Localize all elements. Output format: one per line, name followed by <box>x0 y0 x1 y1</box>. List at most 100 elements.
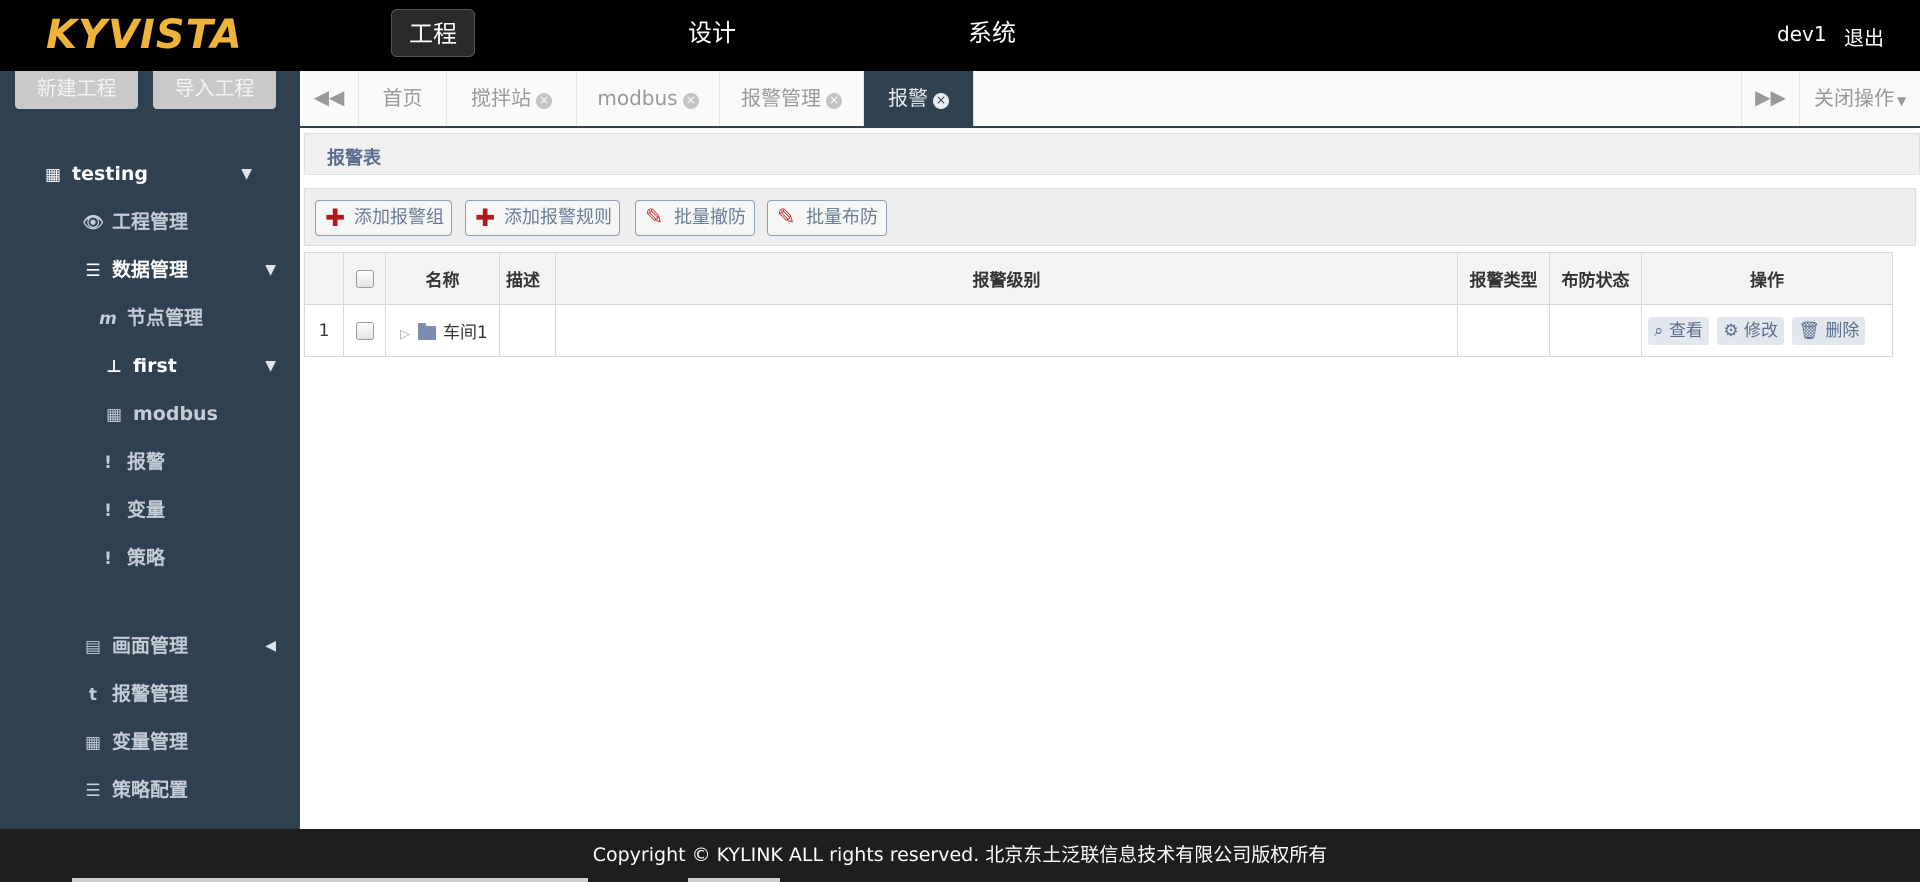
action-label: 修改 <box>1744 320 1778 341</box>
new-project-button[interactable]: 新建工程 <box>15 71 138 109</box>
import-project-button[interactable]: 导入工程 <box>153 71 276 109</box>
table-header-row: 名称 描述 报警级别 报警类型 布防状态 操作 <box>304 252 1893 305</box>
tab-label: modbus <box>597 86 678 110</box>
dropdown-label: 关闭操作 <box>1814 86 1894 110</box>
nav-project[interactable]: 工程 <box>391 9 475 57</box>
sidebar-item-strategy[interactable]: ! 策略 <box>97 543 165 573</box>
batch-disarm-button[interactable]: ✎ 批量撤防 <box>635 200 755 236</box>
nav-design[interactable]: 设计 <box>670 9 754 57</box>
table-row[interactable]: 1 ▷ 车间1 ⌕ 查看 ⚙ 修改 🗑 删除 <box>304 304 1893 357</box>
sidebar-item-label: 节点管理 <box>127 307 204 329</box>
select-all-checkbox[interactable] <box>355 269 374 288</box>
tab-bar: ◀◀ 首页 搅拌站 × modbus × 报警管理 × 报警 × ▶▶ 关闭操作 ▼ <box>300 71 1920 128</box>
horizontal-scrollbar-segment[interactable] <box>688 878 780 882</box>
pencil-icon: ✎ <box>777 205 796 230</box>
tab-modbus[interactable]: modbus × <box>577 71 720 126</box>
sidebar-item-variable[interactable]: ! 变量 <box>97 495 165 525</box>
tab-scroll-right-button[interactable]: ▶▶ <box>1741 71 1800 126</box>
chevron-left-icon: ◀ <box>265 638 276 654</box>
sidebar-item-variable-mgmt[interactable]: ▦ 变量管理 <box>82 727 188 757</box>
sidebar-item-screen-mgmt[interactable]: ▤ 画面管理 ◀ <box>82 631 282 661</box>
sidebar-item-data-mgmt[interactable]: ☰ 数据管理 ▼ <box>82 255 282 285</box>
exclamation-icon: ! <box>104 549 112 569</box>
action-label: 查看 <box>1668 320 1703 341</box>
copyright-text: Copyright © KYLINK ALL rights reserved. … <box>592 844 1328 866</box>
sidebar: 新建工程 导入工程 ▦ testing ▼ 👁 工程管理 ☰ 数据管理 ▼ m 节点管理… <box>0 71 300 829</box>
add-alarm-rule-button[interactable]: ✚ 添加报警规则 <box>465 200 620 236</box>
sidebar-item-label: 画面管理 <box>112 635 189 657</box>
sidebar-item-project-mgmt[interactable]: 👁 工程管理 <box>82 207 188 237</box>
forward-icon: ▶▶ <box>1755 87 1786 109</box>
tab-home[interactable]: 首页 <box>359 71 447 126</box>
top-bar: KYVISTA 工程 设计 系统 dev1 退出 <box>0 0 1920 71</box>
tab-label: 首页 <box>382 86 423 110</box>
desc-header[interactable]: 描述 <box>499 252 556 305</box>
panel-title: 报警表 <box>327 148 381 169</box>
button-label: 批量布防 <box>806 207 878 228</box>
sidebar-item-modbus[interactable]: ▦ modbus <box>103 399 218 429</box>
row-type <box>1457 304 1550 357</box>
row-select-cell <box>343 304 386 357</box>
row-checkbox[interactable] <box>355 321 374 340</box>
close-icon[interactable]: × <box>682 93 699 109</box>
eye-icon: 👁 <box>82 213 104 233</box>
sidebar-item-label: 数据管理 <box>112 259 189 281</box>
tab-alarm-mgmt[interactable]: 报警管理 × <box>720 71 864 126</box>
search-icon: ⌕ <box>1654 320 1664 341</box>
ops-header: 操作 <box>1641 252 1893 305</box>
chevron-down-icon: ▼ <box>241 166 252 182</box>
sidebar-item-strategy-config[interactable]: ☰ 策略配置 <box>82 775 188 805</box>
grid-icon: ▦ <box>84 733 102 753</box>
sidebar-item-label: 策略配置 <box>112 779 189 801</box>
sidebar-item-node-mgmt[interactable]: m 节点管理 <box>97 303 203 333</box>
tab-scroll-left-button[interactable]: ◀◀ <box>300 71 359 126</box>
sidebar-item-label: 报警 <box>127 451 166 473</box>
logo: KYVISTA <box>46 12 243 58</box>
type-header[interactable]: 报警类型 <box>1457 252 1550 305</box>
backward-icon: ◀◀ <box>313 87 345 109</box>
tab-label: 报警管理 <box>741 86 821 110</box>
arm-state-header[interactable]: 布防状态 <box>1549 252 1642 305</box>
tab-alarm[interactable]: 报警 × <box>864 71 974 126</box>
tree-expand-icon[interactable]: ▷ <box>400 327 410 342</box>
tab-mixer[interactable]: 搅拌站 × <box>447 71 577 126</box>
horizontal-scrollbar[interactable] <box>72 878 588 882</box>
user-name: dev1 <box>1777 22 1827 46</box>
caret-down-icon: ▼ <box>1897 94 1907 108</box>
sidebar-item-alarm[interactable]: ! 报警 <box>97 447 165 477</box>
sidebar-item-first[interactable]: ⊥ first ▼ <box>103 351 282 381</box>
batch-arm-button[interactable]: ✎ 批量布防 <box>767 200 887 236</box>
server-icon: ☰ <box>85 261 101 281</box>
tab-label: 搅拌站 <box>471 86 531 110</box>
button-label: 批量撤防 <box>674 207 746 228</box>
close-icon[interactable]: × <box>826 93 842 109</box>
exclamation-icon: ! <box>104 453 112 473</box>
sidebar-item-label: 策略 <box>127 547 166 569</box>
exclamation-icon: ! <box>104 501 112 521</box>
row-actions: ⌕ 查看 ⚙ 修改 🗑 删除 <box>1641 304 1893 357</box>
nav-system[interactable]: 系统 <box>950 9 1034 57</box>
add-alarm-group-button[interactable]: ✚ 添加报警组 <box>315 200 452 236</box>
chevron-down-icon: ▼ <box>265 358 276 374</box>
sidebar-item-alarm-mgmt[interactable]: t 报警管理 <box>82 679 188 709</box>
chevron-down-icon: ▼ <box>265 262 276 278</box>
sidebar-item-label: first <box>133 355 177 377</box>
close-operations-dropdown[interactable]: 关闭操作 ▼ <box>1800 71 1920 126</box>
level-header[interactable]: 报警级别 <box>555 252 1458 305</box>
row-level <box>555 304 1458 357</box>
logout-link[interactable]: 退出 <box>1844 22 1884 51</box>
view-button[interactable]: ⌕ 查看 <box>1648 316 1709 345</box>
edit-button[interactable]: ⚙ 修改 <box>1717 316 1784 345</box>
alarm-table: 名称 描述 报警级别 报警类型 布防状态 操作 1 ▷ 车间1 ⌕ 查看 ⚙ 修… <box>304 252 1893 357</box>
sidebar-project-testing[interactable]: ▦ testing ▼ <box>42 159 282 189</box>
row-name-cell: ▷ 车间1 <box>385 304 500 357</box>
close-icon[interactable]: × <box>536 93 552 109</box>
m-icon: m <box>99 309 117 329</box>
sidebar-item-label: 变量管理 <box>112 731 189 753</box>
delete-button[interactable]: 🗑 删除 <box>1792 316 1866 345</box>
select-all-header <box>343 252 386 305</box>
name-header[interactable]: 名称 <box>385 252 500 305</box>
tab-label: 报警 <box>888 86 928 110</box>
folder-icon <box>418 323 436 340</box>
close-icon[interactable]: × <box>933 93 949 109</box>
